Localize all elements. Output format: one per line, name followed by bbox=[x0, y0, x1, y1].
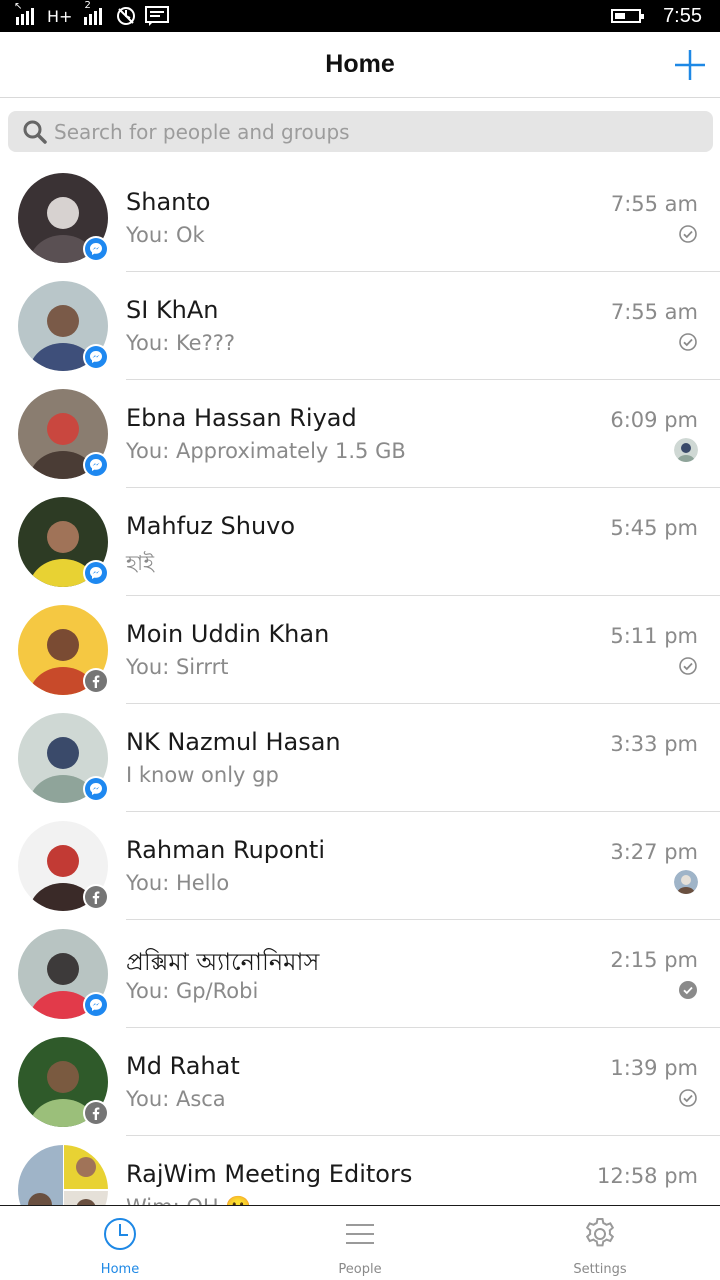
list-icon bbox=[346, 1224, 374, 1244]
messenger-badge-icon bbox=[83, 452, 109, 478]
messenger-badge-icon bbox=[83, 344, 109, 370]
contact-name: Ebna Hassan Riyad bbox=[126, 404, 357, 432]
message-time: 6:09 pm bbox=[610, 408, 698, 432]
message-time: 3:27 pm bbox=[610, 840, 698, 864]
signal-strength-icon: ↖ bbox=[14, 1, 39, 25]
message-time: 7:55 am bbox=[610, 300, 698, 324]
conversation-row[interactable]: Rahman Ruponti You: Hello 3:27 pm bbox=[0, 812, 720, 920]
conversation-row[interactable]: Moin Uddin Khan You: Sirrrt 5:11 pm bbox=[0, 596, 720, 704]
header: Home bbox=[0, 32, 720, 98]
gear-icon bbox=[585, 1218, 615, 1247]
contact-name: Mahfuz Shuvo bbox=[126, 512, 296, 540]
conversation-row[interactable]: Md Rahat You: Asca 1:39 pm bbox=[0, 1028, 720, 1136]
contact-name: RajWim Meeting Editors bbox=[126, 1160, 413, 1188]
conversation-row[interactable]: প্রক্সিমা অ্যানোনিমাস You: Gp/Robi 2:15 pm bbox=[0, 920, 720, 1028]
conversation-list[interactable]: Shanto You: Ok 7:55 am SI KhAn You: Ke??? 7:5… bbox=[0, 164, 720, 1205]
contact-name: NK Nazmul Hasan bbox=[126, 728, 341, 756]
signal-strength-sim2-icon: 2 bbox=[84, 0, 107, 25]
status-left: ↖ H+ 2 bbox=[14, 0, 170, 28]
tab-bar: Home People Settings bbox=[0, 1205, 720, 1280]
message-preview: I know only gp bbox=[126, 763, 279, 787]
conversation-row[interactable]: Shanto You: Ok 7:55 am bbox=[0, 164, 720, 272]
message-time: 3:33 pm bbox=[610, 732, 698, 756]
messenger-badge-icon bbox=[83, 236, 109, 262]
notification-icon bbox=[145, 6, 170, 26]
sent-status-icon bbox=[678, 224, 698, 244]
page-title: Home bbox=[325, 50, 395, 78]
quiet-hours-icon bbox=[117, 7, 136, 25]
conversation-row[interactable]: Ebna Hassan Riyad You: Approximately 1.5 … bbox=[0, 380, 720, 488]
new-message-button[interactable] bbox=[672, 47, 708, 83]
seen-avatar-icon bbox=[674, 870, 698, 894]
search-input[interactable] bbox=[54, 111, 694, 152]
facebook-badge-icon bbox=[83, 1100, 109, 1126]
contact-name: Rahman Ruponti bbox=[126, 836, 326, 864]
network-type: H+ bbox=[47, 6, 73, 26]
message-preview: হাই bbox=[126, 551, 155, 575]
conversation-row[interactable]: SI KhAn You: Ke??? 7:55 am bbox=[0, 272, 720, 380]
message-time: 1:39 pm bbox=[610, 1056, 698, 1080]
sent-status-icon bbox=[678, 332, 698, 352]
group-avatar bbox=[18, 1145, 108, 1205]
message-time: 7:55 am bbox=[610, 192, 698, 216]
battery-icon bbox=[611, 9, 645, 23]
tab-people[interactable]: People bbox=[240, 1206, 480, 1280]
delivered-status-icon bbox=[678, 980, 698, 1000]
conversation-row[interactable]: RajWim Meeting Editors Wim: OH 🙂 12:58 pm bbox=[0, 1136, 720, 1205]
sent-status-icon bbox=[678, 656, 698, 676]
contact-name: Moin Uddin Khan bbox=[126, 620, 330, 648]
message-time: 12:58 pm bbox=[597, 1164, 698, 1188]
message-time: 5:11 pm bbox=[610, 624, 698, 648]
message-preview: You: Asca bbox=[126, 1087, 226, 1111]
facebook-badge-icon bbox=[83, 668, 109, 694]
message-preview: You: Gp/Robi bbox=[126, 979, 259, 1003]
message-preview: You: Hello bbox=[126, 871, 230, 895]
message-preview: You: Ke??? bbox=[126, 331, 236, 355]
contact-name: Shanto bbox=[126, 188, 211, 216]
tab-settings[interactable]: Settings bbox=[480, 1206, 720, 1280]
tab-home-label: Home bbox=[100, 1262, 140, 1277]
messenger-badge-icon bbox=[83, 776, 109, 802]
contact-name: প্রক্সিমা অ্যানোনিমাস bbox=[126, 948, 320, 976]
status-right: 7:55 bbox=[611, 0, 702, 32]
status-bar: ↖ H+ 2 7:55 bbox=[0, 0, 720, 32]
message-preview: You: Sirrrt bbox=[126, 655, 229, 679]
message-time: 5:45 pm bbox=[610, 516, 698, 540]
sent-status-icon bbox=[678, 1088, 698, 1108]
message-preview: You: Approximately 1.5 GB bbox=[126, 439, 406, 463]
conversation-row[interactable]: Mahfuz Shuvo হাই 5:45 pm bbox=[0, 488, 720, 596]
message-preview: You: Ok bbox=[126, 223, 205, 247]
messenger-badge-icon bbox=[83, 992, 109, 1018]
clock: 7:55 bbox=[663, 4, 702, 27]
message-preview: Wim: OH 🙂 bbox=[126, 1195, 252, 1205]
facebook-badge-icon bbox=[83, 884, 109, 910]
search-icon bbox=[23, 120, 47, 144]
tab-home[interactable]: Home bbox=[0, 1206, 240, 1280]
seen-avatar-icon bbox=[674, 438, 698, 462]
clock-icon bbox=[104, 1218, 136, 1250]
contact-name: SI KhAn bbox=[126, 296, 219, 324]
tab-people-label: People bbox=[338, 1262, 382, 1277]
conversation-row[interactable]: NK Nazmul Hasan I know only gp 3:33 pm bbox=[0, 704, 720, 812]
contact-name: Md Rahat bbox=[126, 1052, 240, 1080]
plus-icon bbox=[675, 50, 705, 80]
search-bar[interactable] bbox=[8, 111, 713, 152]
message-time: 2:15 pm bbox=[610, 948, 698, 972]
tab-settings-label: Settings bbox=[573, 1262, 627, 1277]
messenger-badge-icon bbox=[83, 560, 109, 586]
